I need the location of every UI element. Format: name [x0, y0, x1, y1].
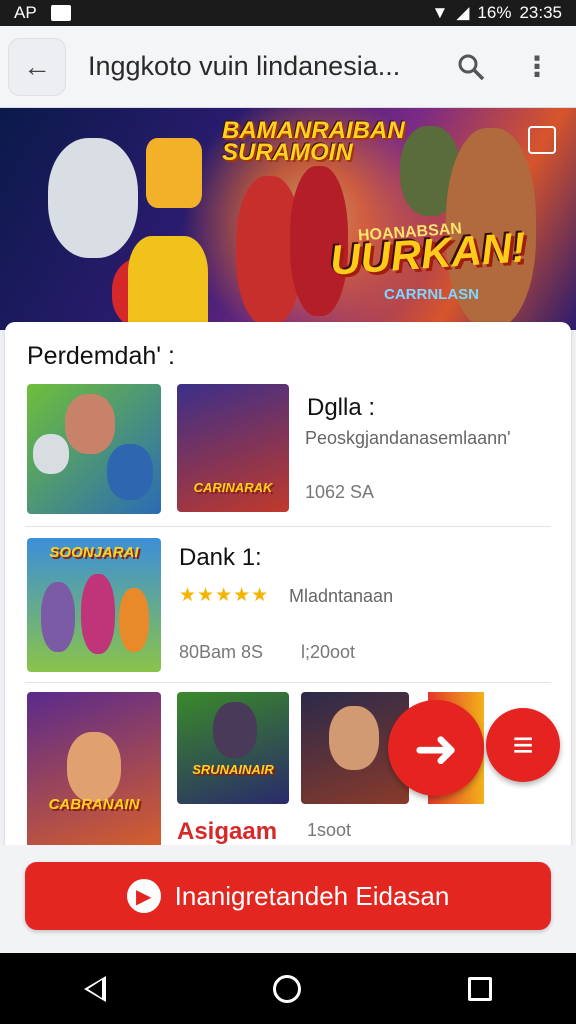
carrier-label: AP [14, 3, 37, 22]
rating-stars: ★★★★★ [179, 585, 270, 606]
character [119, 588, 149, 652]
item-title: Asigaam [177, 818, 278, 845]
status-bar: AP ▼ ◢ 16% 23:35 [0, 0, 576, 26]
character [81, 574, 115, 654]
more-options-button[interactable]: ⋮ [514, 44, 560, 90]
thumbnail-image: SRUNAINAIR [177, 692, 289, 804]
list-item[interactable]: SOONJARAI Dank 1: ★★★★★ Mladntanaan 80Ba… [5, 528, 571, 684]
list-item[interactable]: CARINARAK Dglla : Peoskgjandanasemlaann'… [5, 322, 571, 528]
clock-label: 23:35 [519, 3, 562, 22]
nav-back-icon[interactable] [83, 975, 106, 1002]
item-meta-secondary: l;20oot [301, 642, 356, 662]
expand-icon[interactable] [528, 126, 556, 154]
arrow-right-icon: ➜ [413, 718, 459, 779]
character [67, 732, 121, 802]
thumbnail-caption: CARINARAK [193, 480, 273, 495]
wifi-icon: ▼ [431, 3, 449, 22]
search-icon [458, 54, 485, 80]
item-meta: 80Bam 8S [179, 642, 264, 662]
item-meta: 1062 SA [305, 482, 375, 502]
nav-home-icon[interactable] [272, 974, 301, 1003]
back-button[interactable]: ← [8, 37, 66, 96]
play-icon: ▶ [126, 879, 161, 913]
thumbnail-image [27, 384, 161, 514]
nav-recents-icon[interactable] [468, 976, 493, 1001]
item-title: Dank 1: [179, 544, 262, 571]
thumbnail-caption: SRUNAINAIR [192, 762, 274, 777]
primary-action-label: Inanigretandeh Eidasan [174, 880, 450, 911]
item-subtitle: Peoskgjandanasemlaann' [305, 428, 511, 448]
list-item[interactable]: CABRANAIN SRUNAINAIR Asigaam 1soot [5, 684, 571, 862]
page-title: Inggkoto vuin lindanesia... [88, 51, 401, 81]
primary-action-button[interactable]: ▶ Inanigretandeh Eidasan [25, 862, 551, 930]
chat-icon: ≡ [512, 724, 534, 765]
signal-icon: ◢ [456, 3, 470, 22]
divider [25, 526, 551, 527]
thumbnail-image: CARINARAK [177, 384, 289, 512]
content-card: Perdemdah' : CARINARAK Dglla : Peoskgjan… [5, 322, 571, 862]
hero-banner[interactable]: BAMANRAIBAN SURAMOIN HOANABSAN UURKAN! C… [0, 108, 576, 330]
battery-label: 16% [477, 3, 512, 22]
friend-face [107, 444, 153, 500]
next-button[interactable]: ➜ [388, 700, 484, 796]
robot-character [128, 236, 208, 330]
search-button[interactable] [448, 44, 494, 90]
thumbnail-caption: CABRANAIN [48, 796, 140, 813]
thumbnail-caption: SOONJARAI [49, 544, 139, 561]
app-bar: ← Inggkoto vuin lindanesia... ⋮ [0, 26, 576, 108]
thumbnail-image: SOONJARAI [27, 538, 161, 672]
hero-headline: BAMANRAIBAN SURAMOIN [222, 119, 405, 166]
cat-face [33, 434, 69, 474]
arrow-left-icon: ← [23, 50, 51, 82]
lantern-character [146, 138, 202, 208]
character [213, 702, 257, 758]
hero-headline-line2: SURAMOIN [222, 139, 353, 166]
wolf-character [48, 138, 138, 258]
item-meta: 1soot [307, 820, 352, 840]
boy-face [65, 394, 115, 454]
navigation-bar [0, 953, 576, 1024]
item-title: Dglla : [307, 394, 376, 421]
hero-caption: CARRNLASN [384, 286, 479, 303]
item-subtitle: Mladntanaan [289, 586, 394, 606]
divider [25, 682, 551, 683]
thumbnail-image: CABRANAIN [27, 692, 161, 852]
character [41, 582, 75, 652]
notification-icon [50, 5, 71, 21]
more-vert-icon: ⋮ [523, 51, 551, 82]
character [329, 706, 379, 770]
chat-button[interactable]: ≡ [486, 708, 560, 782]
